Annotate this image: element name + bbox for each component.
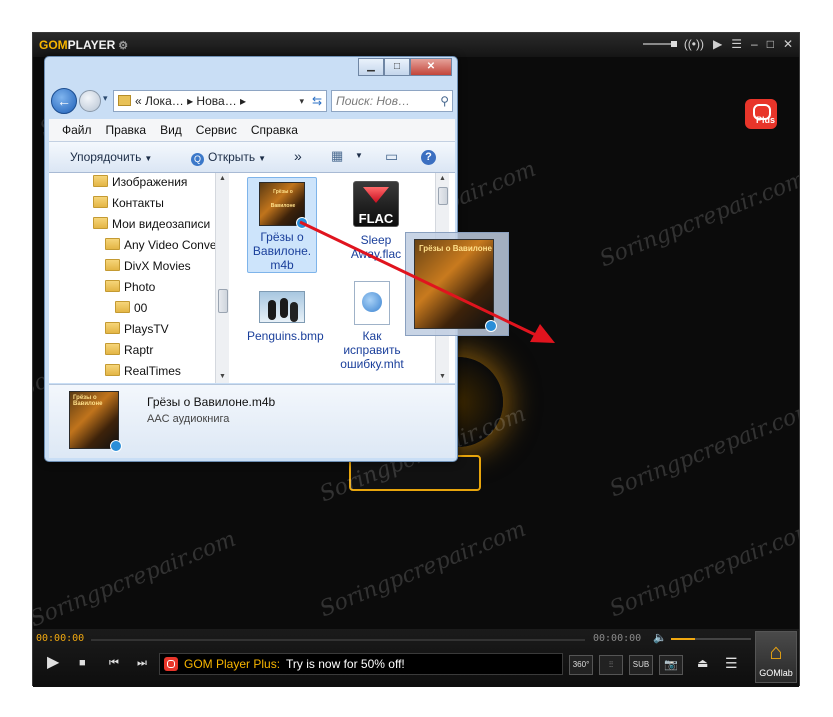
drag-arrow xyxy=(299,220,555,343)
drag-arrow-line xyxy=(299,220,541,339)
